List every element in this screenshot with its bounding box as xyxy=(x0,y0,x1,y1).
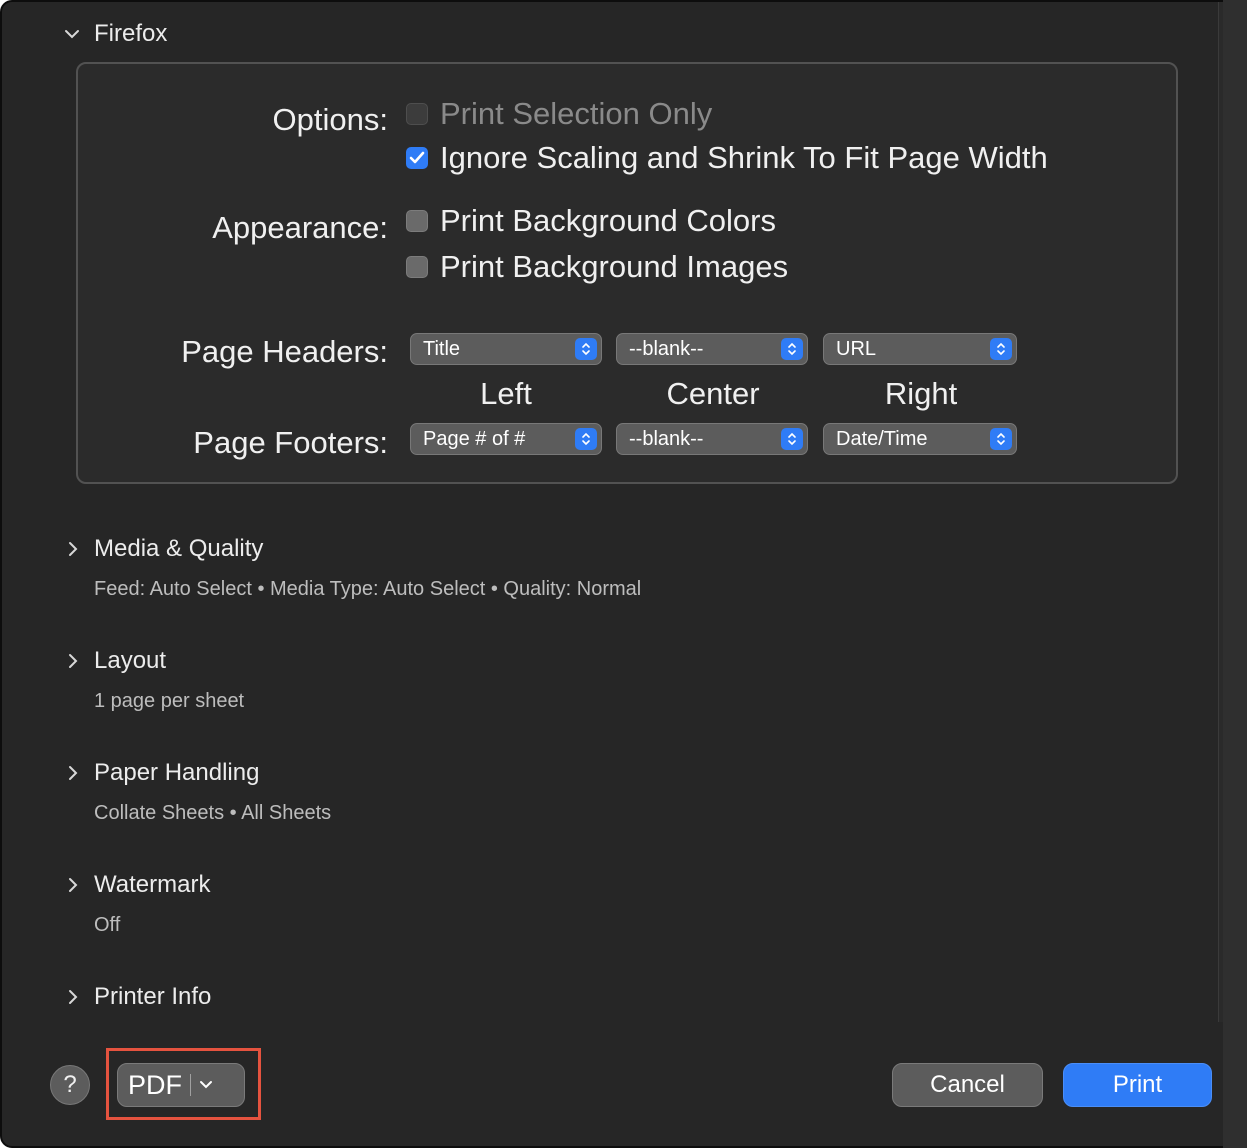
footer-center-value: --blank-- xyxy=(629,427,704,450)
print-bg-images-label: Print Background Images xyxy=(440,249,789,284)
column-center-label: Center xyxy=(666,376,760,411)
layout-summary: 1 page per sheet xyxy=(94,690,245,712)
footer-right-popup[interactable]: Date/Time xyxy=(823,423,1017,455)
header-right-popup[interactable]: URL xyxy=(823,333,1017,365)
page-footers-label: Page Footers: xyxy=(193,425,388,460)
up-down-chevron-icon xyxy=(575,338,597,360)
print-selection-only-label: Print Selection Only xyxy=(440,96,713,131)
pdf-menu-button[interactable]: PDF xyxy=(117,1063,245,1107)
chevron-right-icon xyxy=(68,541,94,557)
header-right-value: URL xyxy=(836,337,877,360)
ignore-scaling-checkbox[interactable]: Ignore Scaling and Shrink To Fit Page Wi… xyxy=(406,140,1048,176)
up-down-chevron-icon xyxy=(575,428,597,450)
media-quality-section-header[interactable]: Media & Quality xyxy=(68,535,263,563)
up-down-chevron-icon xyxy=(781,428,803,450)
footer-left-popup[interactable]: Page # of # xyxy=(410,423,602,455)
cancel-button[interactable]: Cancel xyxy=(892,1063,1043,1107)
footer-center-popup[interactable]: --blank-- xyxy=(616,423,808,455)
header-center-popup[interactable]: --blank-- xyxy=(616,333,808,365)
print-button[interactable]: Print xyxy=(1063,1063,1212,1107)
page-headers-label: Page Headers: xyxy=(181,334,388,369)
paper-handling-summary: Collate Sheets • All Sheets xyxy=(94,802,332,824)
up-down-chevron-icon xyxy=(781,338,803,360)
layout-section-header[interactable]: Layout xyxy=(68,647,166,675)
column-right-label: Right xyxy=(884,376,958,411)
media-quality-title: Media & Quality xyxy=(94,535,264,562)
chevron-down-icon xyxy=(64,29,94,39)
chevron-down-icon xyxy=(199,1076,213,1094)
pdf-button-label: PDF xyxy=(128,1069,182,1100)
header-left-popup[interactable]: Title xyxy=(410,333,602,365)
layout-title: Layout xyxy=(94,647,167,674)
print-selection-only-checkbox: Print Selection Only xyxy=(406,96,712,132)
paper-handling-section-header[interactable]: Paper Handling xyxy=(68,759,259,787)
watermark-summary: Off xyxy=(94,914,121,936)
header-center-value: --blank-- xyxy=(629,337,704,360)
firefox-section-header[interactable]: Firefox xyxy=(64,20,167,48)
header-left-value: Title xyxy=(423,337,461,360)
printer-info-title: Printer Info xyxy=(94,983,212,1010)
printer-info-section-header[interactable]: Printer Info xyxy=(68,983,211,1011)
up-down-chevron-icon xyxy=(990,428,1012,450)
pdf-button-divider xyxy=(190,1074,191,1096)
chevron-right-icon xyxy=(68,877,94,893)
background-window-edge xyxy=(1223,0,1247,1148)
paper-handling-title: Paper Handling xyxy=(94,759,260,786)
ignore-scaling-label: Ignore Scaling and Shrink To Fit Page Wi… xyxy=(440,140,1048,175)
appearance-label: Appearance: xyxy=(212,210,388,245)
media-quality-summary: Feed: Auto Select • Media Type: Auto Sel… xyxy=(94,578,642,600)
watermark-title: Watermark xyxy=(94,871,211,898)
checkbox-box xyxy=(406,256,428,278)
print-bg-colors-label: Print Background Colors xyxy=(440,203,776,238)
firefox-section-title: Firefox xyxy=(94,20,168,47)
checkbox-box xyxy=(406,103,428,125)
chevron-right-icon xyxy=(68,765,94,781)
footer-right-value: Date/Time xyxy=(836,427,928,450)
print-bg-images-checkbox[interactable]: Print Background Images xyxy=(406,249,788,285)
options-label: Options: xyxy=(272,102,388,137)
chevron-right-icon xyxy=(68,653,94,669)
desktop-edge xyxy=(1247,0,1257,1148)
print-dialog: Firefox Options: Print Selection Only Ig… xyxy=(0,0,1257,1148)
print-bg-colors-checkbox[interactable]: Print Background Colors xyxy=(406,203,776,239)
checkmark-icon xyxy=(406,147,428,169)
chevron-right-icon xyxy=(68,989,94,1005)
watermark-section-header[interactable]: Watermark xyxy=(68,871,210,899)
footer-left-value: Page # of # xyxy=(423,427,526,450)
checkbox-box xyxy=(406,210,428,232)
column-left-label: Left xyxy=(480,376,532,411)
help-button[interactable]: ? xyxy=(50,1065,90,1105)
up-down-chevron-icon xyxy=(990,338,1012,360)
